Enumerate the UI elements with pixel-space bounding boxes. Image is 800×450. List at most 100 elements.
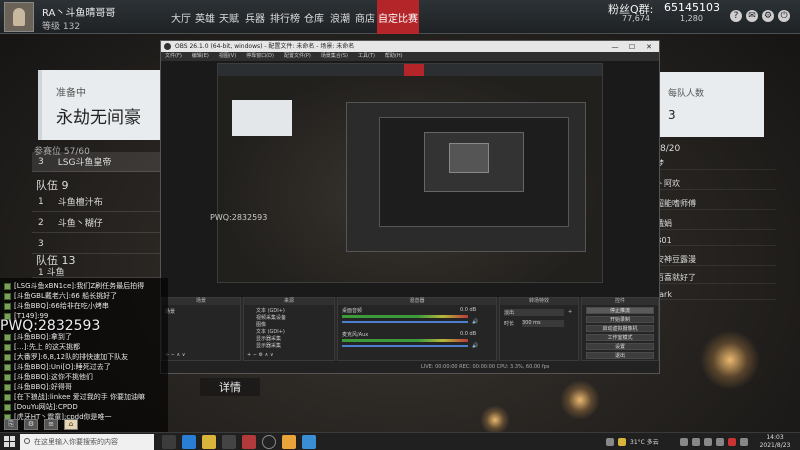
menu-help[interactable]: 帮助(H): [385, 52, 403, 61]
nav-heroes[interactable]: 英雄: [194, 0, 216, 34]
team-member-row[interactable]: 3 LSG斗鱼皇帝: [32, 152, 162, 172]
source-item[interactable]: 显示器采集: [256, 342, 281, 349]
scene-controls[interactable]: + − ∧ ∨: [165, 352, 185, 358]
source-item[interactable]: 文本 (GDI+): [256, 328, 285, 335]
nav-lobby[interactable]: 大厅: [170, 0, 192, 34]
chat-home-icon[interactable]: ⌂: [64, 418, 78, 430]
fans-group-number: 65145103: [664, 1, 720, 14]
menu-file[interactable]: 文件(F): [165, 52, 182, 61]
user-badge-icon: [4, 302, 11, 310]
source-item[interactable]: 视频采集设备: [256, 314, 286, 321]
mail-icon[interactable]: ✉: [746, 10, 758, 22]
chat-text: [DouYu网站]:CPDD: [14, 403, 78, 411]
chat-line: [斗鱼BBQ]:Uni[O]:睡死过去了: [4, 362, 111, 372]
game-app-icon[interactable]: [242, 435, 256, 449]
source-controls[interactable]: + − ⚙ ∧ ∨: [247, 352, 274, 358]
tray-app-icon[interactable]: [606, 438, 614, 446]
stop-streaming-button[interactable]: 停止推流: [586, 307, 654, 314]
team-9-heading: 队伍 9: [36, 179, 69, 192]
douyu-app-icon[interactable]: [282, 435, 296, 449]
start-recording-button[interactable]: 开始录制: [586, 316, 654, 323]
obs-window[interactable]: OBS 26.1.0 (64-bit, windows) - 配置文件: 未命名…: [160, 40, 660, 374]
browser-app-icon[interactable]: [302, 435, 316, 449]
team-member-row[interactable]: 1 斗鱼檀汁布: [32, 192, 162, 212]
minimize-icon[interactable]: —: [607, 41, 623, 52]
store-icon[interactable]: [222, 435, 236, 449]
duration-input[interactable]: 300 ms: [522, 320, 564, 327]
speaker-icon[interactable]: 🔊: [472, 319, 478, 325]
nav-warehouse[interactable]: 仓库: [302, 0, 326, 34]
menu-docks[interactable]: 停靠窗口(D): [246, 52, 274, 61]
nav-weapons[interactable]: 兵器: [242, 0, 268, 34]
member-number: 3: [38, 156, 44, 167]
captured-active-tab: [404, 64, 424, 76]
captured-lobby-banner: [232, 100, 292, 136]
nav-shop[interactable]: 商店: [354, 0, 376, 34]
exit-button[interactable]: 退出: [586, 352, 654, 359]
tray-app-icon[interactable]: [618, 438, 626, 446]
player-avatar[interactable]: [4, 2, 34, 32]
nav-leaderboard[interactable]: 排行榜: [270, 0, 300, 34]
member-name: LSG斗鱼皇帝: [57, 158, 112, 168]
volume-icon[interactable]: [704, 438, 712, 446]
studio-mode-button[interactable]: 工作室模式: [586, 334, 654, 341]
obs-preview-area[interactable]: [161, 61, 659, 297]
source-item[interactable]: 图像: [256, 321, 266, 328]
tray-app-icon[interactable]: [740, 438, 748, 446]
weather-widget[interactable]: 31°C 多云: [630, 437, 659, 446]
chat-filter-icon[interactable]: ≡: [44, 418, 58, 430]
input-method-icon[interactable]: [716, 438, 724, 446]
menu-tools[interactable]: 工具(T): [358, 52, 375, 61]
menu-view[interactable]: 视图(V): [219, 52, 236, 61]
chat-line: [大番罗]:6,8,12队的排快速加下队友: [4, 352, 128, 362]
network-icon[interactable]: [692, 438, 700, 446]
windows-start-icon[interactable]: [4, 436, 16, 448]
virtual-camera-button[interactable]: 启动虚拟摄像机: [586, 325, 654, 332]
team-member-row[interactable]: 3: [32, 234, 162, 254]
user-badge-icon: [4, 353, 11, 361]
chat-lock-icon[interactable]: ⎘: [4, 418, 18, 430]
nav-waves[interactable]: 浪潮: [328, 0, 352, 34]
tray-notification-icon[interactable]: [728, 438, 736, 446]
danmaku-chat-panel: [LSG斗鱼xBN1ce]:我们Z刷任务最后拍得 [斗鱼GBL戴老六]:66 船…: [0, 278, 168, 432]
chat-settings-icon[interactable]: ⚙: [24, 418, 38, 430]
nav-custom-match[interactable]: 自定比赛: [377, 0, 419, 34]
file-explorer-icon[interactable]: [202, 435, 216, 449]
clock[interactable]: 14:03 2021/8/23: [758, 434, 792, 450]
details-button[interactable]: 详情: [200, 378, 260, 396]
power-icon[interactable]: ⏻: [778, 10, 790, 22]
settings-icon[interactable]: ⚙: [762, 10, 774, 22]
edge-icon[interactable]: [182, 435, 196, 449]
chat-text: [斗鱼GBL戴老六]:66 船长挑好了: [14, 292, 118, 300]
source-item[interactable]: 文本 (GDI+): [256, 307, 285, 314]
transition-select[interactable]: 淡出: [504, 309, 564, 316]
menu-edit[interactable]: 编辑(E): [192, 52, 209, 61]
tray-chevron-icon[interactable]: [680, 438, 688, 446]
settings-button[interactable]: 设置: [586, 343, 654, 350]
obs-app-icon[interactable]: [262, 435, 276, 449]
scenes-title: 场景: [162, 298, 240, 305]
right-team-entry: 娥娟: [656, 218, 776, 230]
obs-title-bar[interactable]: OBS 26.1.0 (64-bit, windows) - 配置文件: 未命名…: [161, 41, 659, 52]
help-icon[interactable]: ?: [730, 10, 742, 22]
mic-icon[interactable]: 🔊: [472, 343, 478, 349]
close-icon[interactable]: ✕: [641, 41, 657, 52]
taskbar-search-input[interactable]: 在这里输入你要搜索的内容: [20, 434, 154, 450]
transition-add-icon[interactable]: +: [568, 309, 572, 315]
player-level: 等级 132: [42, 22, 81, 32]
source-item[interactable]: 显示器采集: [256, 335, 281, 342]
desktop-volume-slider[interactable]: [342, 321, 468, 323]
menu-profile[interactable]: 配置文件(P): [284, 52, 311, 61]
team-size-label: 每队人数: [668, 89, 705, 99]
nav-talents[interactable]: 天赋: [218, 0, 240, 34]
chat-text: [在下狼战]:linkee 爱过我的手 你要加油嘛: [14, 393, 146, 401]
team-member-row[interactable]: 1 斗鱼: [32, 266, 162, 278]
windows-taskbar: 在这里输入你要搜索的内容 31°C 多云 14:03 2021/8/23: [0, 432, 800, 450]
team-member-row[interactable]: 2 斗鱼丶糊仔: [32, 213, 162, 233]
maximize-icon[interactable]: ☐: [624, 41, 640, 52]
chat-line: [斗鱼GBL戴老六]:66 船长挑好了: [4, 291, 117, 301]
sources-title: 来源: [244, 298, 334, 305]
menu-scene-collection[interactable]: 场景集合(S): [321, 52, 348, 61]
mic-volume-slider[interactable]: [342, 345, 468, 347]
task-view-icon[interactable]: [162, 435, 176, 449]
